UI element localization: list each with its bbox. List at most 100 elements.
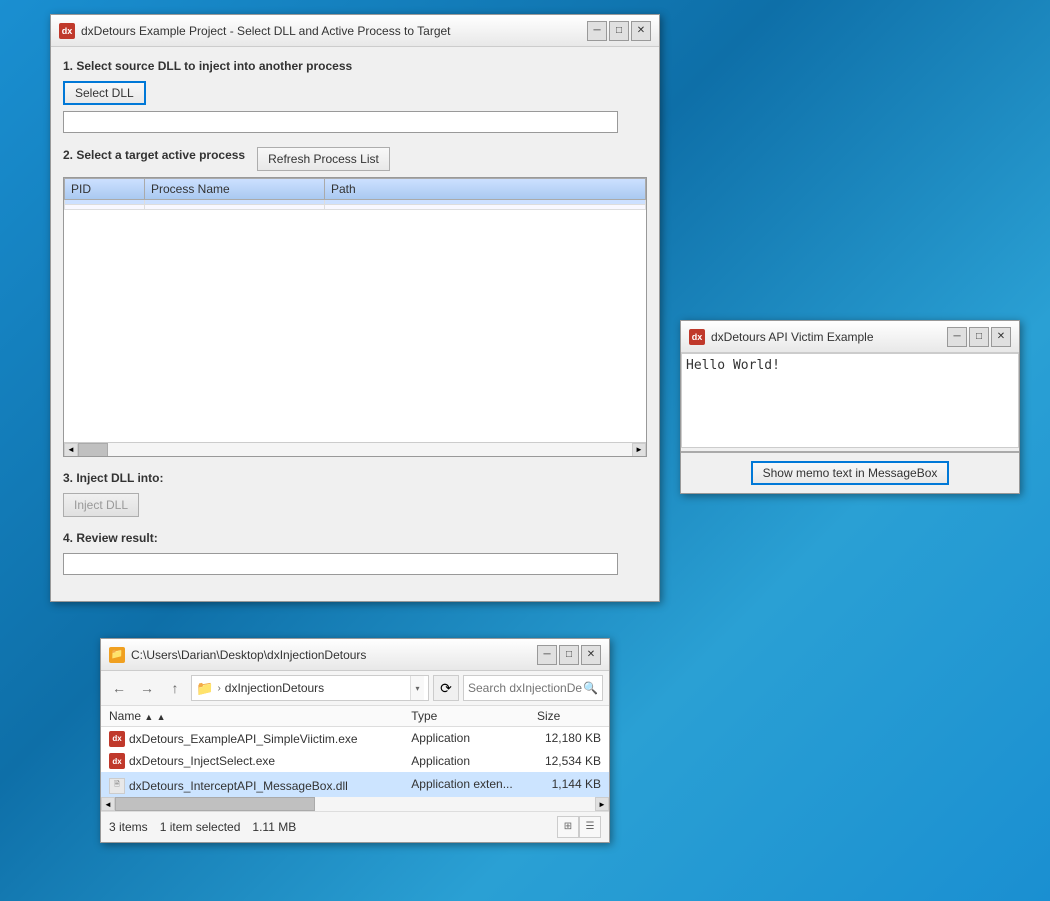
result-input[interactable] [63, 553, 618, 575]
file-name: dxDetours_InjectSelect.exe [129, 754, 275, 768]
breadcrumb-folder: dxInjectionDetours [225, 681, 324, 695]
file-list-container: Name ▲ Type Size dx dxDetours_ExampleAPI… [101, 706, 609, 797]
step3-section: 3. Inject DLL into: Inject DLL [63, 471, 647, 517]
scroll-right-btn[interactable]: ► [632, 443, 646, 457]
step1-label: 1. Select source DLL to inject into anot… [63, 59, 647, 73]
scroll-track [78, 443, 632, 457]
explorer-scrollbar: ◄ ► [101, 797, 609, 811]
step4-label: 4. Review result: [63, 531, 647, 545]
file-table-header: Name ▲ Type Size [101, 706, 609, 727]
inject-dll-button[interactable]: Inject DLL [63, 493, 139, 517]
scroll-left-btn[interactable]: ◄ [64, 443, 78, 457]
explorer-refresh-btn[interactable]: ⟳ [433, 675, 459, 701]
search-input[interactable] [468, 681, 583, 695]
nav-forward-btn[interactable]: → [135, 676, 159, 700]
main-window-icon: dx [59, 23, 75, 39]
main-close-btn[interactable]: ✕ [631, 21, 651, 41]
file-type: Application [403, 727, 529, 750]
explorer-title-controls: ─ □ ✕ [537, 645, 601, 665]
file-type: Application exten... [403, 772, 529, 797]
explorer-toolbar: ← → ↑ 📁 › dxInjectionDetours ▾ ⟳ 🔍 [101, 671, 609, 706]
file-size: 12,534 KB [529, 750, 609, 773]
scroll-right-btn[interactable]: ► [595, 797, 609, 811]
process-table-header: PID Process Name Path [65, 179, 646, 200]
view-list-btn[interactable]: ☰ [579, 816, 601, 838]
col-pid: PID [65, 179, 145, 200]
explorer-window: 📁 C:\Users\Darian\Desktop\dxInjectionDet… [100, 638, 610, 843]
list-item[interactable]: dx dxDetours_InjectSelect.exe Applicatio… [101, 750, 609, 773]
step3-label: 3. Inject DLL into: [63, 471, 647, 485]
main-content: 1. Select source DLL to inject into anot… [51, 47, 659, 601]
file-size: 12,180 KB [529, 727, 609, 750]
address-dropdown-btn[interactable]: ▾ [410, 676, 424, 700]
explorer-title-bar: 📁 C:\Users\Darian\Desktop\dxInjectionDet… [101, 639, 609, 671]
col-name[interactable]: Name ▲ [101, 706, 403, 727]
scroll-thumb[interactable] [115, 797, 315, 811]
process-table: PID Process Name Path [64, 178, 646, 210]
step2-section: 2. Select a target active process Refres… [63, 147, 647, 457]
cell-path [325, 205, 646, 210]
main-window: dx dxDetours Example Project - Select DL… [50, 14, 660, 602]
address-bar[interactable]: 📁 › dxInjectionDetours ▾ [191, 675, 429, 701]
exe-icon: dx [109, 731, 125, 747]
file-name-cell: dx dxDetours_ExampleAPI_SimpleViictim.ex… [101, 727, 403, 750]
victim-window-title: dxDetours API Victim Example [711, 330, 947, 344]
dll-path-input[interactable] [63, 111, 618, 133]
victim-window: dx dxDetours API Victim Example ─ □ ✕ He… [680, 320, 1020, 494]
process-table-scrollbar: ◄ ► [64, 442, 646, 456]
table-row[interactable] [65, 205, 646, 210]
main-window-title: dxDetours Example Project - Select DLL a… [81, 24, 587, 38]
table-empty-space [64, 210, 646, 424]
step4-section: 4. Review result: [63, 531, 647, 575]
file-name: dxDetours_InterceptAPI_MessageBox.dll [129, 779, 348, 793]
cell-pid [65, 205, 145, 210]
step2-label: 2. Select a target active process [63, 148, 245, 162]
refresh-process-btn[interactable]: Refresh Process List [257, 147, 390, 171]
breadcrumb-arrow: › [217, 683, 220, 694]
select-dll-button[interactable]: Select DLL [63, 81, 146, 105]
nav-up-btn[interactable]: ↑ [163, 676, 187, 700]
search-box: 🔍 [463, 675, 603, 701]
col-path: Path [325, 179, 646, 200]
explorer-minimize-btn[interactable]: ─ [537, 645, 557, 665]
process-table-container: PID Process Name Path [63, 177, 647, 457]
explorer-maximize-btn[interactable]: □ [559, 645, 579, 665]
view-grid-btn[interactable]: ⊞ [557, 816, 579, 838]
explorer-window-title: C:\Users\Darian\Desktop\dxInjectionDetou… [131, 648, 537, 662]
col-type[interactable]: Type [403, 706, 529, 727]
nav-back-btn[interactable]: ← [107, 676, 131, 700]
file-size: 1,144 KB [529, 772, 609, 797]
file-name: dxDetours_ExampleAPI_SimpleViictim.exe [129, 732, 358, 746]
victim-close-btn[interactable]: ✕ [991, 327, 1011, 347]
victim-title-controls: ─ □ ✕ [947, 327, 1011, 347]
file-type: Application [403, 750, 529, 773]
item-count: 3 items [109, 820, 148, 834]
explorer-status-bar: 3 items 1 item selected 1.11 MB ⊞ ☰ [101, 811, 609, 842]
victim-minimize-btn[interactable]: ─ [947, 327, 967, 347]
scroll-left-btn[interactable]: ◄ [101, 797, 115, 811]
victim-window-icon: dx [689, 329, 705, 345]
col-process-name: Process Name [145, 179, 325, 200]
cell-name [145, 205, 325, 210]
file-icon-group: dx dxDetours_ExampleAPI_SimpleViictim.ex… [109, 731, 358, 747]
victim-maximize-btn[interactable]: □ [969, 327, 989, 347]
step1-section: 1. Select source DLL to inject into anot… [63, 59, 647, 133]
main-minimize-btn[interactable]: ─ [587, 21, 607, 41]
memo-textarea[interactable]: Hello World! [681, 353, 1019, 448]
col-size[interactable]: Size [529, 706, 609, 727]
selected-count: 1 item selected [160, 820, 241, 834]
sort-icon: ▲ [144, 712, 153, 722]
exe-icon: dx [109, 753, 125, 769]
dll-icon: 🗎 [109, 778, 125, 794]
list-item[interactable]: dx dxDetours_ExampleAPI_SimpleViictim.ex… [101, 727, 609, 750]
file-icon-group: 🗎 dxDetours_InterceptAPI_MessageBox.dll [109, 778, 348, 794]
search-icon: 🔍 [583, 681, 598, 695]
explorer-close-btn[interactable]: ✕ [581, 645, 601, 665]
scroll-thumb[interactable] [78, 443, 108, 457]
show-memo-btn[interactable]: Show memo text in MessageBox [751, 461, 950, 485]
file-table: Name ▲ Type Size dx dxDetours_ExampleAPI… [101, 706, 609, 797]
main-maximize-btn[interactable]: □ [609, 21, 629, 41]
list-item[interactable]: 🗎 dxDetours_InterceptAPI_MessageBox.dll … [101, 772, 609, 797]
victim-content: Hello World! Show memo text in MessageBo… [681, 353, 1019, 493]
scroll-track [115, 797, 595, 811]
